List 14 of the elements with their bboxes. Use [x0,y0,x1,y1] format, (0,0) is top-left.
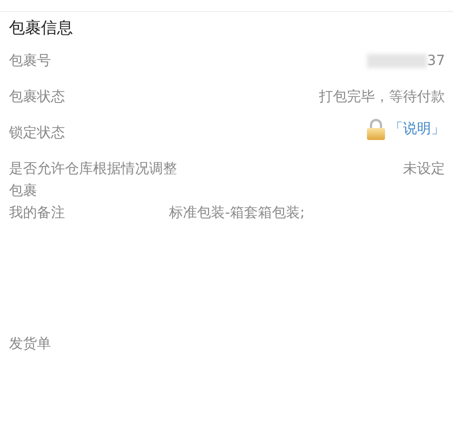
field-value: 打包完毕，等待付款 [319,88,445,107]
field-value: 标准包装-箱套箱包装; [169,204,305,223]
field-label: 是否允许仓库根据情况调整包裹 [9,160,178,201]
padlock-icon [365,118,387,140]
field-value: 37 [427,52,445,71]
explanation-link[interactable]: 「说明」 [389,118,445,140]
field-label: 包裹号 [9,52,51,71]
field-label: 包裹状态 [9,88,66,107]
section-label: 发货单 [9,335,52,353]
redaction-blur [367,54,428,68]
field-label: 锁定状态 [9,124,65,143]
section-title: 包裹信息 [9,17,74,39]
field-value: 未设定 [403,160,445,179]
field-label: 我的备注 [9,204,65,223]
